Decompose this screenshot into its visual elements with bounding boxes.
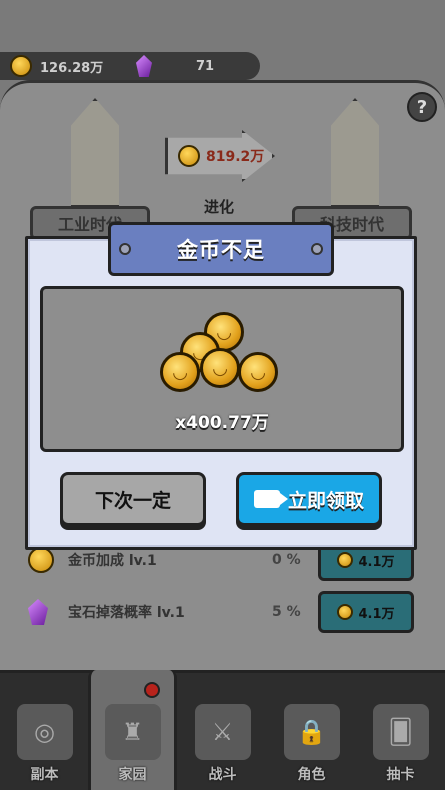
- rivet-icon: [119, 243, 131, 255]
- castle-icon: ♜: [104, 704, 161, 760]
- nav-label: 抽卡: [386, 767, 415, 783]
- upgrade-row: 宝石掉落概率 lv.1 5 % 4.1万: [28, 590, 428, 634]
- nav-label: 副本: [30, 767, 59, 783]
- coin-pile-icon: ◡ ◡ ◡ ◡ ◡: [160, 312, 290, 402]
- help-button[interactable]: ?: [407, 92, 437, 122]
- upgrade-name: 宝石掉落概率 lv.1: [68, 605, 185, 621]
- dialog-title: 金币不足: [108, 222, 334, 276]
- coin-icon: ◡: [238, 352, 278, 392]
- nav-character[interactable]: 🔒 角色: [267, 680, 356, 790]
- nav-battle[interactable]: ⚔ 战斗: [178, 680, 267, 790]
- gem-icon: [28, 599, 48, 625]
- rivet-icon: [311, 243, 323, 255]
- video-camera-icon: [253, 490, 288, 508]
- nav-label: 战斗: [208, 767, 237, 783]
- upgrade-percent: 0 %: [272, 552, 301, 568]
- coin-icon: [10, 55, 32, 77]
- cancel-button-label: 下次一定: [94, 489, 171, 512]
- gem-icon: [136, 55, 152, 77]
- upgrade-percent: 5 %: [272, 604, 301, 620]
- claim-button-label: 立即领取: [287, 489, 364, 512]
- claim-button[interactable]: 立即领取: [236, 472, 382, 526]
- nav-dungeon[interactable]: ◎ 副本: [0, 680, 89, 790]
- coin-icon: [337, 604, 354, 620]
- coin-icon: ◡: [160, 352, 200, 392]
- swords-icon: ⚔: [194, 704, 251, 760]
- gem-amount: 71: [196, 58, 215, 74]
- evolve-cost: 819.2万: [178, 145, 264, 167]
- upgrade-cost: 4.1万: [358, 606, 395, 622]
- nav-home[interactable]: ♜ 家园: [88, 670, 177, 790]
- coin-icon: [178, 145, 200, 167]
- target-icon: ◎: [16, 704, 73, 760]
- coin-icon: [28, 547, 54, 573]
- dialog-title-text: 金币不足: [177, 238, 265, 262]
- evolve-cost-value: 819.2万: [206, 149, 265, 165]
- nav-label: 家园: [118, 767, 147, 783]
- coin-icon: ◡: [200, 348, 240, 388]
- cancel-button[interactable]: 下次一定: [60, 472, 206, 526]
- nav-gacha[interactable]: 🂠 抽卡: [356, 680, 445, 790]
- notification-dot-icon: [144, 682, 160, 698]
- cards-icon: 🂠: [372, 704, 429, 760]
- upgrade-cost: 4.1万: [358, 554, 395, 570]
- coin-amount: 126.28万: [40, 60, 104, 76]
- nav-label: 角色: [297, 767, 326, 783]
- upgrade-button[interactable]: 4.1万: [318, 591, 414, 633]
- lock-icon: 🔒: [283, 704, 340, 760]
- coin-icon: [337, 552, 354, 568]
- evolve-label: 进化: [204, 198, 235, 216]
- gem-counter: 71: [136, 55, 214, 77]
- reward-amount: x400.77万: [175, 413, 269, 433]
- coin-counter: 126.28万: [10, 55, 103, 77]
- upgrade-name: 金币加成 lv.1: [68, 553, 157, 569]
